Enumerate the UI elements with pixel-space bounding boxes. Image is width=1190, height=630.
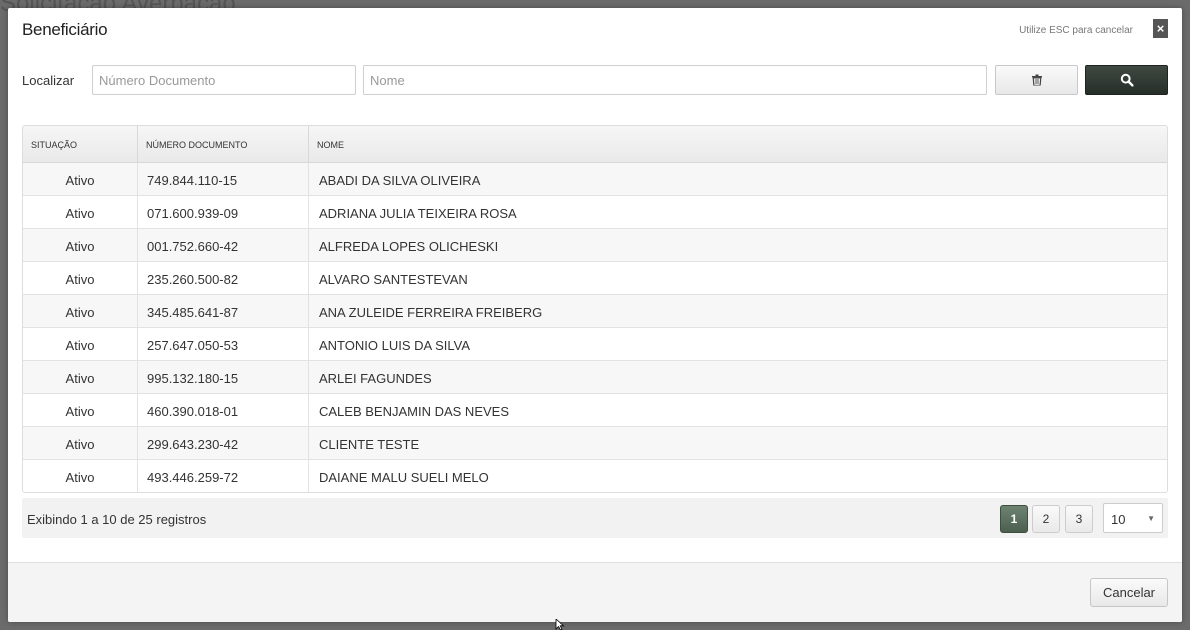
cell-situacao: Ativo bbox=[23, 196, 138, 228]
table-row[interactable]: Ativo 345.485.641-87 ANA ZULEIDE FERREIR… bbox=[23, 295, 1167, 328]
table-row[interactable]: Ativo 001.752.660-42 ALFREDA LOPES OLICH… bbox=[23, 229, 1167, 262]
cell-nome: ADRIANA JULIA TEIXEIRA ROSA bbox=[319, 206, 517, 221]
cell-numero-documento: 235.260.500-82 bbox=[138, 262, 309, 294]
cell-nome: ANA ZULEIDE FERREIRA FREIBERG bbox=[319, 305, 543, 320]
modal-footer: Cancelar bbox=[8, 562, 1182, 622]
cell-numero-documento: 995.132.180-15 bbox=[138, 361, 309, 393]
cell-nome: ANTONIO LUIS DA SILVA bbox=[319, 338, 470, 353]
cell-nome: CLIENTE TESTE bbox=[319, 437, 420, 452]
close-button[interactable]: × bbox=[1153, 19, 1168, 38]
trash-icon bbox=[1031, 74, 1042, 86]
table-row[interactable]: Ativo 493.446.259-72 DAIANE MALU SUELI M… bbox=[23, 460, 1167, 492]
cell-situacao: Ativo bbox=[23, 262, 138, 294]
table-row[interactable]: Ativo 460.390.018-01 CALEB BENJAMIN DAS … bbox=[23, 394, 1167, 427]
cell-numero-documento: 257.647.050-53 bbox=[138, 328, 309, 360]
table-row[interactable]: Ativo 071.600.939-09 ADRIANA JULIA TEIXE… bbox=[23, 196, 1167, 229]
esc-hint: Utilize ESC para cancelar bbox=[1019, 25, 1133, 36]
page-button-1[interactable]: 1 bbox=[1000, 505, 1028, 533]
cell-numero-documento: 345.485.641-87 bbox=[138, 295, 309, 327]
column-header-situacao[interactable]: SITUAÇÃO bbox=[23, 126, 138, 162]
beneficiary-table: SITUAÇÃO NÚMERO DOCUMENTO NOME Ativo 749… bbox=[22, 125, 1168, 493]
cell-numero-documento: 493.446.259-72 bbox=[138, 460, 309, 492]
cell-situacao: Ativo bbox=[23, 427, 138, 459]
table-row[interactable]: Ativo 995.132.180-15 ARLEI FAGUNDES bbox=[23, 361, 1167, 394]
modal-header: Beneficiário Utilize ESC para cancelar × bbox=[8, 8, 1182, 52]
cell-nome: ALFREDA LOPES OLICHESKI bbox=[319, 239, 499, 254]
cell-nome: ABADI DA SILVA OLIVEIRA bbox=[319, 173, 481, 188]
cell-nome: CALEB BENJAMIN DAS NEVES bbox=[319, 404, 509, 419]
cell-situacao: Ativo bbox=[23, 394, 138, 426]
cell-situacao: Ativo bbox=[23, 361, 138, 393]
cell-nome: ALVARO SANTESTEVAN bbox=[319, 272, 468, 287]
table-body: Ativo 749.844.110-15 ABADI DA SILVA OLIV… bbox=[23, 163, 1167, 492]
cell-numero-documento: 071.600.939-09 bbox=[138, 196, 309, 228]
column-header-nome[interactable]: NOME bbox=[309, 126, 1167, 162]
search-icon bbox=[1120, 73, 1133, 87]
chevron-down-icon: ▼ bbox=[1147, 514, 1155, 523]
page-button-2[interactable]: 2 bbox=[1032, 505, 1060, 533]
modal-title: Beneficiário bbox=[22, 20, 108, 39]
cell-numero-documento: 460.390.018-01 bbox=[138, 394, 309, 426]
cell-numero-documento: 749.844.110-15 bbox=[138, 163, 309, 195]
cancel-button[interactable]: Cancelar bbox=[1090, 578, 1168, 607]
cell-situacao: Ativo bbox=[23, 163, 138, 195]
search-button[interactable] bbox=[1085, 65, 1168, 95]
cell-situacao: Ativo bbox=[23, 460, 138, 492]
search-label: Localizar bbox=[22, 73, 75, 88]
page-button-3[interactable]: 3 bbox=[1065, 505, 1093, 533]
pagination-info: Exibindo 1 a 10 de 25 registros bbox=[27, 512, 207, 527]
table-row[interactable]: Ativo 235.260.500-82 ALVARO SANTESTEVAN bbox=[23, 262, 1167, 295]
cell-numero-documento: 001.752.660-42 bbox=[138, 229, 309, 261]
page-size-value: 10 bbox=[1111, 512, 1126, 527]
clear-button[interactable] bbox=[995, 65, 1078, 95]
name-input[interactable] bbox=[363, 65, 987, 95]
cell-numero-documento: 299.643.230-42 bbox=[138, 427, 309, 459]
table-header: SITUAÇÃO NÚMERO DOCUMENTO NOME bbox=[23, 126, 1167, 163]
table-row[interactable]: Ativo 749.844.110-15 ABADI DA SILVA OLIV… bbox=[23, 163, 1167, 196]
mouse-cursor-icon bbox=[555, 619, 565, 630]
column-header-numero-documento[interactable]: NÚMERO DOCUMENTO bbox=[138, 126, 309, 162]
table-row[interactable]: Ativo 299.643.230-42 CLIENTE TESTE bbox=[23, 427, 1167, 460]
cell-situacao: Ativo bbox=[23, 328, 138, 360]
beneficiary-modal: Beneficiário Utilize ESC para cancelar ×… bbox=[8, 8, 1182, 622]
cell-situacao: Ativo bbox=[23, 229, 138, 261]
cell-nome: DAIANE MALU SUELI MELO bbox=[319, 470, 489, 485]
cell-situacao: Ativo bbox=[23, 295, 138, 327]
search-row: Localizar bbox=[22, 65, 1168, 96]
page-size-select[interactable]: 10 ▼ bbox=[1103, 503, 1163, 533]
cell-nome: ARLEI FAGUNDES bbox=[319, 371, 432, 386]
document-number-input[interactable] bbox=[92, 65, 356, 95]
table-row[interactable]: Ativo 257.647.050-53 ANTONIO LUIS DA SIL… bbox=[23, 328, 1167, 361]
pagination-bar: Exibindo 1 a 10 de 25 registros 1 2 3 10… bbox=[22, 498, 1168, 538]
